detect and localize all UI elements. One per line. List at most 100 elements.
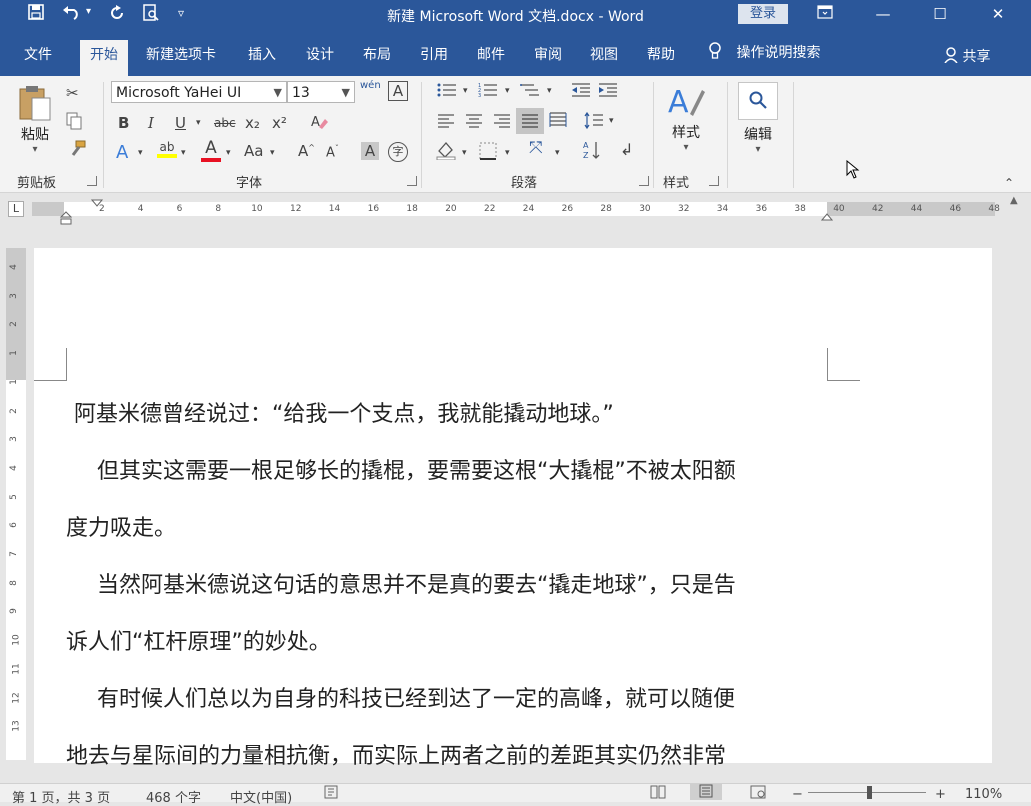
bullets-dropdown-icon[interactable]: ▾ bbox=[463, 86, 468, 96]
sort-icon[interactable]: AZ bbox=[583, 140, 601, 164]
maximize-icon[interactable]: ☐ bbox=[925, 3, 955, 25]
underline-dropdown-icon[interactable]: ▾ bbox=[196, 118, 201, 128]
underline-button[interactable]: U bbox=[175, 114, 186, 132]
font-dialog-launcher-icon[interactable] bbox=[407, 176, 417, 186]
undo-dropdown-icon[interactable]: ▾ bbox=[86, 6, 91, 17]
left-indent-marker-icon[interactable] bbox=[59, 211, 73, 229]
align-left-icon[interactable] bbox=[437, 114, 455, 132]
grow-font-icon[interactable]: A^ bbox=[298, 142, 315, 160]
line-spacing-icon[interactable] bbox=[584, 111, 604, 134]
tab-selector-icon[interactable]: L bbox=[8, 201, 24, 217]
read-mode-icon[interactable] bbox=[650, 785, 666, 803]
clear-formatting-icon[interactable]: A bbox=[310, 114, 328, 134]
tab-home[interactable]: 开始 bbox=[80, 40, 128, 76]
right-indent-marker-icon[interactable] bbox=[820, 207, 834, 225]
document-paragraph[interactable]: 有时候人们总以为自身的科技已经到达了一定的高峰，就可以随便 bbox=[97, 681, 735, 713]
zoom-slider-thumb[interactable] bbox=[867, 786, 872, 799]
text-effects-dropdown-icon[interactable]: ▾ bbox=[138, 148, 143, 158]
paragraph-shading-icon[interactable] bbox=[436, 140, 456, 164]
show-marks-icon[interactable]: ↲ bbox=[620, 140, 633, 159]
tell-me-search[interactable]: 操作说明搜索 bbox=[708, 42, 820, 62]
font-color-button[interactable]: A bbox=[201, 138, 221, 162]
repeat-icon[interactable] bbox=[108, 4, 126, 26]
horizontal-ruler[interactable]: L 2 4 6 8 10 12 14 16 18 20 22 24 26 28 30 32 34 36 38 40 42… bbox=[0, 193, 1031, 225]
chinese-layout-dropdown-icon[interactable]: ▾ bbox=[555, 148, 560, 158]
zoom-level[interactable]: 110% bbox=[965, 787, 1002, 802]
borders-dropdown-icon[interactable]: ▾ bbox=[505, 148, 510, 158]
print-preview-icon[interactable] bbox=[142, 4, 160, 26]
save-icon[interactable] bbox=[28, 4, 44, 24]
font-color-dropdown-icon[interactable]: ▾ bbox=[226, 148, 231, 158]
bullets-icon[interactable] bbox=[437, 82, 457, 102]
subscript-button[interactable]: x₂ bbox=[245, 114, 260, 132]
align-right-icon[interactable] bbox=[493, 114, 511, 132]
text-effects-button[interactable]: A bbox=[116, 142, 128, 163]
collapse-ribbon-icon[interactable]: ⌃ bbox=[1004, 176, 1014, 190]
tab-review[interactable]: 审阅 bbox=[534, 44, 562, 64]
multilevel-dropdown-icon[interactable]: ▾ bbox=[547, 86, 552, 96]
vertical-scrollbar[interactable]: ▲ bbox=[1003, 193, 1031, 763]
page-count[interactable]: 第 1 页，共 3 页 bbox=[12, 787, 110, 806]
undo-icon[interactable] bbox=[62, 4, 82, 24]
shrink-font-icon[interactable]: Aˇ bbox=[326, 144, 339, 160]
chinese-layout-icon[interactable]: ⤧ bbox=[529, 138, 543, 158]
clipboard-dialog-launcher-icon[interactable] bbox=[87, 176, 97, 186]
print-layout-icon[interactable] bbox=[690, 784, 722, 800]
styles-dialog-launcher-icon[interactable] bbox=[709, 176, 719, 186]
tab-insert[interactable]: 插入 bbox=[248, 44, 276, 64]
login-button[interactable]: 登录 bbox=[738, 4, 788, 24]
ribbon-display-options-icon[interactable] bbox=[810, 3, 840, 25]
format-painter-icon[interactable] bbox=[68, 140, 86, 162]
paste-button[interactable]: 粘贴 ▾ bbox=[18, 84, 52, 155]
change-case-dropdown-icon[interactable]: ▾ bbox=[270, 148, 275, 158]
copy-icon[interactable] bbox=[66, 112, 82, 134]
numbering-icon[interactable]: 123 bbox=[478, 82, 498, 102]
enclose-characters-button[interactable]: 字 bbox=[388, 142, 408, 162]
change-case-button[interactable]: Aa bbox=[244, 142, 263, 160]
zoom-in-icon[interactable]: + bbox=[935, 787, 946, 802]
font-size-combo[interactable]: 13 ▼ bbox=[287, 81, 355, 103]
document-paragraph[interactable]: 当然阿基米德说这句话的意思并不是真的要去“撬走地球”，只是告 bbox=[97, 567, 736, 599]
document-paragraph[interactable]: 诉人们“杠杆原理”的妙处。 bbox=[66, 624, 331, 656]
document-paragraph[interactable]: 度力吸走。 bbox=[66, 510, 176, 542]
paste-dropdown-icon[interactable]: ▾ bbox=[18, 144, 52, 155]
font-name-combo[interactable]: Microsoft YaHei UI ▼ bbox=[111, 81, 287, 103]
tab-layout[interactable]: 布局 bbox=[363, 44, 391, 64]
web-layout-icon[interactable] bbox=[750, 785, 766, 803]
document-paragraph[interactable]: 地去与星际间的力量相抗衡，而实际上两者之前的差距其实仍然非常 bbox=[66, 738, 726, 770]
close-icon[interactable]: ✕ bbox=[983, 3, 1013, 25]
highlight-dropdown-icon[interactable]: ▾ bbox=[181, 148, 186, 158]
distributed-icon[interactable] bbox=[549, 112, 567, 132]
decrease-indent-icon[interactable] bbox=[571, 82, 591, 102]
justify-icon[interactable] bbox=[516, 108, 544, 134]
increase-indent-icon[interactable] bbox=[598, 82, 618, 102]
multilevel-list-icon[interactable] bbox=[520, 82, 540, 102]
vertical-ruler[interactable]: 4 3 2 1 1 2 3 4 5 6 7 8 9 10 11 12 13 bbox=[6, 248, 26, 760]
editing-button[interactable]: 编辑 ▾ bbox=[738, 82, 778, 155]
styles-button[interactable]: A 样式 ▾ bbox=[666, 84, 706, 153]
first-line-indent-marker-icon[interactable] bbox=[90, 193, 104, 211]
superscript-button[interactable]: x² bbox=[272, 114, 287, 132]
language-indicator[interactable]: 中文(中国) bbox=[230, 787, 292, 806]
highlight-button[interactable]: ab bbox=[157, 140, 177, 158]
word-count[interactable]: 468 个字 bbox=[146, 787, 201, 806]
phonetic-guide-icon[interactable]: wén bbox=[360, 80, 381, 91]
paragraph-dialog-launcher-icon[interactable] bbox=[639, 176, 649, 186]
tab-file[interactable]: 文件 bbox=[24, 44, 52, 64]
tab-references[interactable]: 引用 bbox=[420, 44, 448, 64]
line-spacing-dropdown-icon[interactable]: ▾ bbox=[609, 116, 614, 126]
macro-recording-icon[interactable] bbox=[324, 785, 338, 803]
shading-dropdown-icon[interactable]: ▾ bbox=[462, 148, 467, 158]
numbering-dropdown-icon[interactable]: ▾ bbox=[505, 86, 510, 96]
strikethrough-button[interactable]: abc bbox=[214, 116, 236, 130]
tab-new-tab[interactable]: 新建选项卡 bbox=[146, 44, 216, 64]
tab-view[interactable]: 视图 bbox=[590, 44, 618, 64]
cut-icon[interactable]: ✂ bbox=[66, 84, 79, 102]
customize-qat-icon[interactable]: ▿ bbox=[178, 6, 184, 20]
italic-button[interactable]: I bbox=[148, 114, 154, 132]
zoom-out-icon[interactable]: − bbox=[792, 787, 803, 802]
bold-button[interactable]: B bbox=[118, 114, 129, 132]
document-paragraph[interactable]: 阿基米德曾经说过：“给我一个支点，我就能撬动地球。” bbox=[74, 396, 614, 428]
document-paragraph[interactable]: 但其实这需要一根足够长的撬棍，要需要这根“大撬棍”不被太阳额 bbox=[97, 453, 736, 485]
tab-help[interactable]: 帮助 bbox=[647, 44, 675, 64]
